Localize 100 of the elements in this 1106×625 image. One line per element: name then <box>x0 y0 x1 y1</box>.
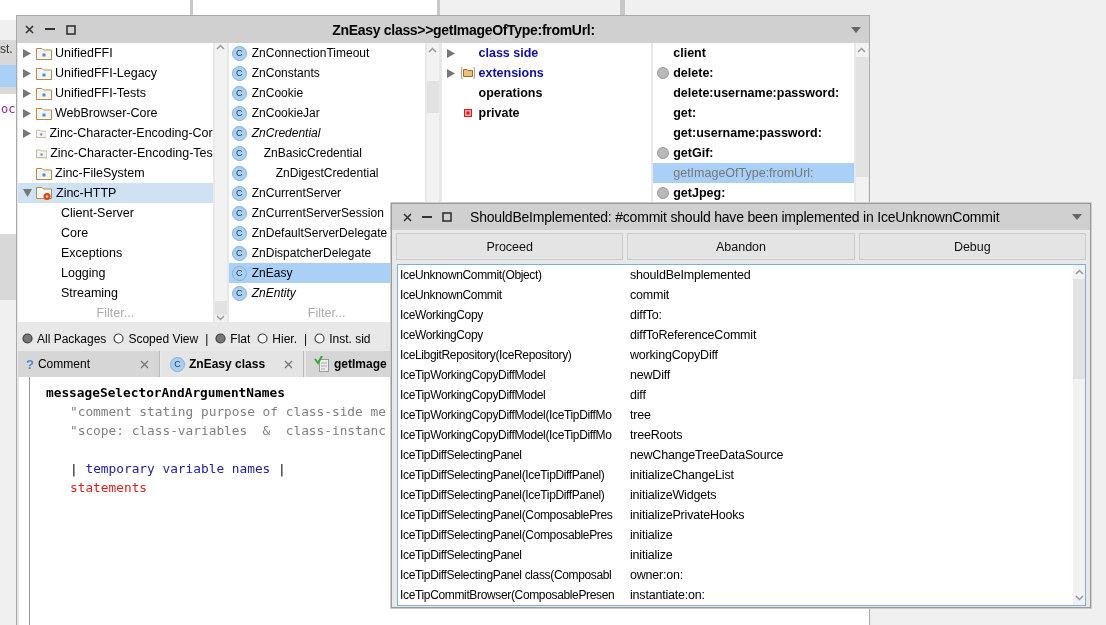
folder-icon <box>36 86 52 100</box>
protocol-item[interactable]: class side <box>441 43 652 63</box>
class-item[interactable]: C ZnBasicCredential <box>228 143 425 163</box>
scroll-down-icon[interactable] <box>1074 595 1084 601</box>
method-item[interactable]: delete: <box>653 63 854 83</box>
stack-frame-row[interactable]: IceTipDiffSelectingPanel newChangeTreeDataSource <box>398 445 1073 465</box>
radio-icon[interactable] <box>113 333 125 344</box>
class-item[interactable]: C ZnCurrentServerSession <box>228 203 425 223</box>
class-icon: C <box>231 245 247 261</box>
dropdown-icon[interactable] <box>1072 214 1082 220</box>
maximize-icon[interactable] <box>442 212 452 222</box>
close-icon[interactable] <box>25 25 34 34</box>
scroll-up-icon[interactable] <box>857 47 867 53</box>
package-item[interactable]: Zinc-HTTP <box>18 183 213 203</box>
method-item[interactable]: client <box>653 43 854 63</box>
package-tag-item[interactable]: Client-Server <box>18 203 213 223</box>
collapse-arrow-icon[interactable] <box>22 189 32 197</box>
method-item[interactable]: get: <box>653 103 854 123</box>
class-item[interactable]: C ZnDigestCredential <box>228 163 425 183</box>
stack-frame-row[interactable]: IceTipDiffSelectingPanel initialize <box>398 545 1073 565</box>
package-tag-item[interactable]: Streaming <box>18 283 213 303</box>
method-item[interactable]: getGif: <box>653 143 854 163</box>
protocol-item[interactable]: extensions <box>441 63 652 83</box>
protocol-item[interactable]: private <box>441 103 652 123</box>
radio-icon[interactable] <box>257 333 269 344</box>
dialog-button[interactable]: Debug <box>858 233 1086 260</box>
scroll-up-icon[interactable] <box>1074 269 1084 275</box>
private-icon <box>463 109 472 117</box>
class-item[interactable]: C ZnCredential <box>228 123 425 143</box>
package-tag-item[interactable]: Logging <box>18 263 213 283</box>
package-item[interactable]: UnifiedFFI <box>18 43 213 63</box>
class-icon: C <box>231 85 247 101</box>
radio-icon[interactable] <box>215 333 227 344</box>
package-item[interactable]: Zinc-Character-Encoding-Tes <box>18 143 213 163</box>
method-item[interactable]: delete:username:password: <box>653 83 854 103</box>
package-item[interactable]: Zinc-Character-Encoding-Cor <box>18 123 213 143</box>
class-icon: C <box>231 185 247 201</box>
scroll-up-icon[interactable] <box>428 47 437 53</box>
stack-frame-row[interactable]: IceTipDiffSelectingPanel(IceTipDiffPanel) initializeWidgets <box>398 485 1073 505</box>
stack-frame-row[interactable]: IceTipDiffSelectingPanel(ComposablePres initializePrivateHooks <box>398 505 1073 525</box>
dialog-button[interactable]: Abandon <box>627 233 855 260</box>
stack-frame-row[interactable]: IceWorkingCopy diffTo: <box>398 305 1073 325</box>
editor-tab[interactable]: C ZnEasy class <box>162 351 304 377</box>
stack-frame-row[interactable]: IceWorkingCopy diffToReferenceCommit <box>398 325 1073 345</box>
class-icon: C <box>231 45 247 61</box>
radio-button[interactable]: Hier. <box>257 331 298 346</box>
scroll-thumb[interactable] <box>856 57 868 177</box>
stack-frame-row[interactable]: IceTipCommitBrowser(ComposablePresen instantiate:on: <box>398 585 1073 605</box>
method-item[interactable]: getJpeg: <box>653 183 854 203</box>
comment-text: "scope: class-variables & class-instanc <box>69 422 386 440</box>
class-item[interactable]: C ZnConstants <box>228 63 425 83</box>
stack-frame-row[interactable]: IceUnknownCommit commit <box>398 285 1073 305</box>
stack-frame-row[interactable]: IceTipDiffSelectingPanel class(Composabl owner:on: <box>398 565 1073 585</box>
minimize-icon[interactable] <box>422 215 432 219</box>
scroll-thumb[interactable] <box>214 300 227 315</box>
class-icon: C <box>170 356 185 372</box>
package-item[interactable]: UnifiedFFI-Legacy <box>18 63 213 83</box>
class-item[interactable]: C ZnConnectionTimeout <box>228 43 425 63</box>
class-item[interactable]: C ZnCookieJar <box>228 103 425 123</box>
dropdown-icon[interactable] <box>851 26 861 33</box>
radio-icon[interactable] <box>314 333 326 344</box>
help-icon: ? <box>26 356 34 372</box>
package-item[interactable]: Zinc-FileSystem <box>18 163 213 183</box>
dialog-button[interactable]: Proceed <box>396 233 624 260</box>
radio-button[interactable]: All Packages <box>22 331 107 346</box>
editor-tab[interactable]: ? Comment <box>18 351 160 377</box>
window-title: ZnEasy class>>getImageOfType:fromUrl: <box>331 21 596 38</box>
scroll-thumb[interactable] <box>426 81 439 113</box>
folder-icon <box>36 106 52 120</box>
package-tag-item[interactable]: Exceptions <box>18 243 213 263</box>
stack-frame-row[interactable]: IceTipDiffSelectingPanel(ComposablePres initialize <box>398 525 1073 545</box>
maximize-icon[interactable] <box>66 24 76 35</box>
stack-frame-row[interactable]: IceTipWorkingCopyDiffModel diff <box>398 385 1073 405</box>
scroll-up-icon[interactable] <box>216 43 226 50</box>
close-icon[interactable] <box>403 212 412 222</box>
class-item[interactable]: C ZnCookie <box>228 83 425 103</box>
radio-button[interactable]: Inst. sid <box>314 331 371 346</box>
scrollbar[interactable] <box>1073 265 1085 605</box>
package-item[interactable]: UnifiedFFI-Tests <box>18 83 213 103</box>
method-item[interactable]: get:username:password: <box>653 123 854 143</box>
protocol-item[interactable]: operations <box>441 83 652 103</box>
scroll-down-icon[interactable] <box>216 315 226 322</box>
radio-button[interactable]: Flat <box>215 331 251 346</box>
package-item[interactable]: WebBrowser-Core <box>18 103 213 123</box>
radio-button[interactable]: Scoped View <box>113 331 199 346</box>
stack-frame-row[interactable]: IceTipWorkingCopyDiffModel(IceTipDiffMo tree <box>398 405 1073 425</box>
package-tag-item[interactable]: Core <box>18 223 213 243</box>
scrollbar[interactable] <box>214 43 227 322</box>
radio-icon[interactable] <box>22 333 33 344</box>
window-text: st. <box>0 42 13 56</box>
close-icon[interactable] <box>284 359 293 369</box>
stack-frame-row[interactable]: IceTipDiffSelectingPanel(IceTipDiffPanel) initializeChangeList <box>398 465 1073 485</box>
minimize-icon[interactable] <box>45 28 55 31</box>
stack-frame-row[interactable]: IceTipWorkingCopyDiffModel(IceTipDiffMo treeRoots <box>398 425 1073 445</box>
scroll-thumb[interactable] <box>1073 279 1085 379</box>
filter-field[interactable]: Filter... <box>18 303 213 322</box>
class-item[interactable]: C ZnCurrentServer <box>228 183 425 203</box>
folder-icon <box>36 46 52 60</box>
class-icon: C <box>231 65 247 81</box>
class-icon: C <box>231 125 247 141</box>
